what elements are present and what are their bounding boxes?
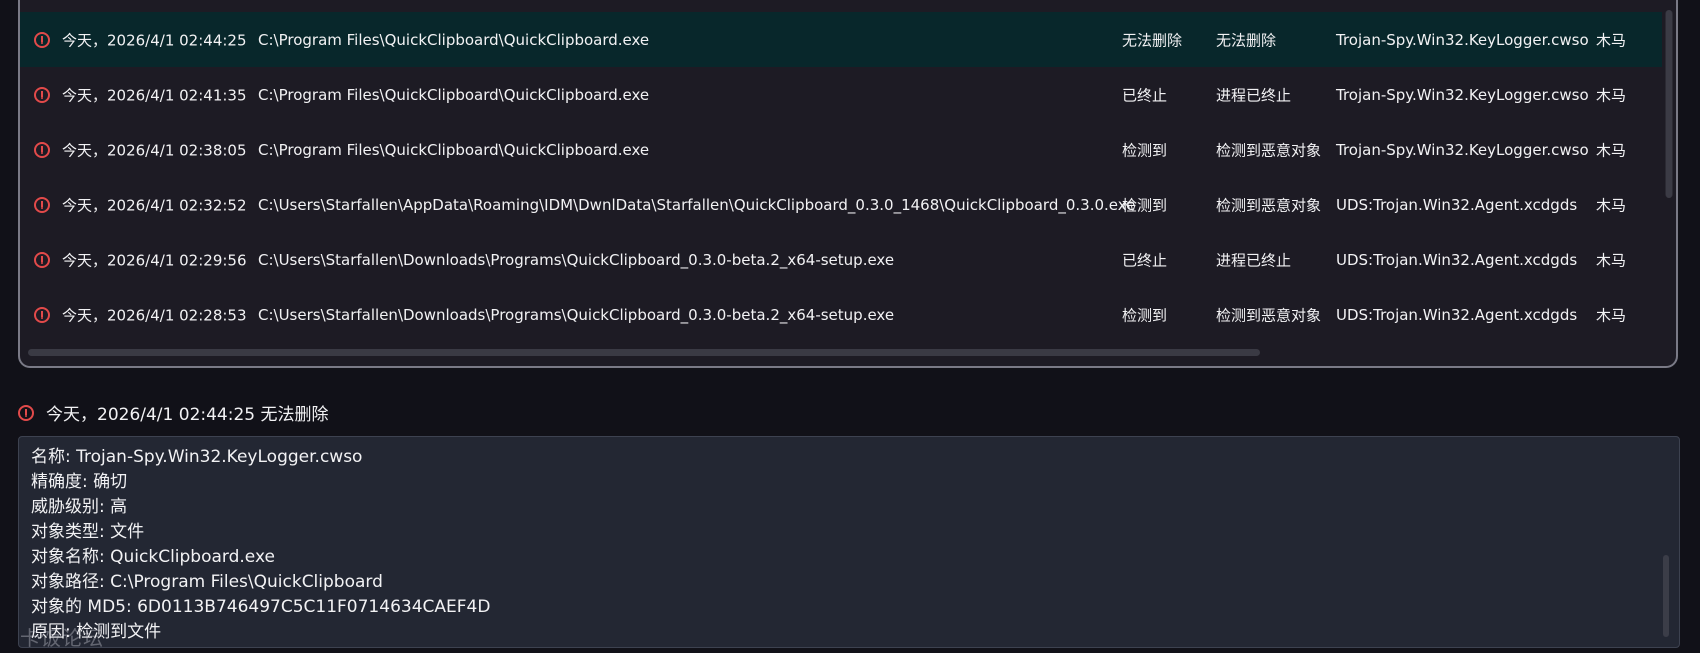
alert-circle-icon bbox=[34, 31, 50, 48]
detail-line: 对象类型: 文件 bbox=[31, 522, 145, 542]
detail-lines: 名称: Trojan-Spy.Win32.KeyLogger.cwso 精确度: … bbox=[31, 445, 490, 645]
alert-circle-icon bbox=[34, 306, 50, 323]
threat-name-cell: Trojan-Spy.Win32.KeyLogger.cwso bbox=[1336, 85, 1589, 104]
status-cell: 检测到 bbox=[1122, 196, 1168, 214]
threat-name-cell: Trojan-Spy.Win32.KeyLogger.cwso bbox=[1336, 30, 1589, 49]
status-cell: 检测到 bbox=[1122, 306, 1168, 324]
path-cell: C:\Program Files\QuickClipboard\QuickCli… bbox=[258, 30, 650, 49]
forum-watermark: 卡饭论坛 bbox=[20, 626, 104, 650]
events-table[interactable]: 今天，2026/4/1 02:44:25 C:\Program Files\Qui… bbox=[18, 0, 1678, 368]
action-cell: 无法删除 bbox=[1216, 31, 1277, 49]
horizontal-scrollbar[interactable] bbox=[28, 349, 1260, 356]
threat-type-cell: 木马 bbox=[1596, 306, 1627, 324]
detail-scrollbar[interactable] bbox=[1663, 555, 1669, 637]
path-cell: C:\Program Files\QuickClipboard\QuickCli… bbox=[258, 140, 650, 159]
threat-type-cell: 木马 bbox=[1596, 31, 1627, 49]
path-cell: C:\Program Files\QuickClipboard\QuickCli… bbox=[258, 85, 650, 104]
alert-circle-icon bbox=[32, 250, 52, 270]
threat-type-cell: 木马 bbox=[1596, 86, 1627, 104]
vertical-scrollbar-thumb[interactable] bbox=[1666, 10, 1672, 198]
threat-name-cell: UDS:Trojan.Win32.Agent.xcdgds bbox=[1336, 305, 1578, 324]
path-cell: C:\Users\Starfallen\AppData\Roaming\IDM\… bbox=[258, 195, 1136, 214]
alert-circle-icon bbox=[34, 86, 50, 103]
action-cell: 进程已终止 bbox=[1216, 251, 1292, 269]
alert-circle-icon bbox=[34, 251, 50, 268]
path-cell: C:\Users\Starfallen\Downloads\Programs\Q… bbox=[258, 250, 895, 269]
table-row[interactable]: 今天，2026/4/1 02:28:53 C:\Users\Starfallen\… bbox=[20, 287, 1662, 342]
status-cell: 已终止 bbox=[1122, 251, 1168, 269]
action-cell: 检测到恶意对象 bbox=[1216, 141, 1322, 159]
alert-circle-icon bbox=[32, 85, 52, 105]
path-cell: C:\Users\Starfallen\Downloads\Programs\Q… bbox=[258, 305, 895, 324]
events-rows: 今天，2026/4/1 02:44:25 C:\Program Files\Qui… bbox=[20, 12, 1662, 342]
time-cell: 今天，2026/4/1 02:41:35 bbox=[62, 86, 247, 104]
alert-circle-icon bbox=[34, 196, 50, 213]
status-cell: 无法删除 bbox=[1122, 31, 1183, 49]
detail-header-text: 今天，2026/4/1 02:44:25 无法删除 bbox=[46, 405, 329, 425]
detail-line: 名称: Trojan-Spy.Win32.KeyLogger.cwso bbox=[31, 447, 363, 467]
vertical-scrollbar[interactable] bbox=[1665, 10, 1673, 198]
alert-circle-icon bbox=[32, 140, 52, 160]
table-row[interactable]: 今天，2026/4/1 02:44:25 C:\Program Files\Qui… bbox=[20, 12, 1662, 67]
status-cell: 已终止 bbox=[1122, 86, 1168, 104]
threat-type-cell: 木马 bbox=[1596, 141, 1627, 159]
action-cell: 检测到恶意对象 bbox=[1216, 306, 1322, 324]
threat-name-cell: UDS:Trojan.Win32.Agent.xcdgds bbox=[1336, 195, 1578, 214]
threat-name-cell: UDS:Trojan.Win32.Agent.xcdgds bbox=[1336, 250, 1578, 269]
action-cell: 检测到恶意对象 bbox=[1216, 196, 1322, 214]
time-cell: 今天，2026/4/1 02:29:56 bbox=[62, 251, 247, 269]
time-cell: 今天，2026/4/1 02:28:53 bbox=[62, 306, 247, 324]
table-row[interactable]: 今天，2026/4/1 02:32:52 C:\Users\Starfallen\… bbox=[20, 177, 1662, 232]
table-row[interactable]: 今天，2026/4/1 02:38:05 C:\Program Files\Qui… bbox=[20, 122, 1662, 177]
alert-circle-icon bbox=[32, 30, 52, 50]
status-cell: 检测到 bbox=[1122, 141, 1168, 159]
detail-line: 对象名称: QuickClipboard.exe bbox=[31, 547, 275, 567]
threat-type-cell: 木马 bbox=[1596, 196, 1627, 214]
time-cell: 今天，2026/4/1 02:44:25 bbox=[62, 31, 247, 49]
action-cell: 进程已终止 bbox=[1216, 86, 1292, 104]
table-row[interactable]: 今天，2026/4/1 02:41:35 C:\Program Files\Qui… bbox=[20, 67, 1662, 122]
detail-header: 今天，2026/4/1 02:44:25 无法删除 bbox=[18, 400, 329, 425]
detail-line: 威胁级别: 高 bbox=[31, 497, 128, 517]
alert-circle-icon bbox=[34, 141, 50, 158]
alert-circle-icon bbox=[32, 305, 52, 325]
detail-line: 对象路径: C:\Program Files\QuickClipboard bbox=[31, 572, 383, 592]
time-cell: 今天，2026/4/1 02:32:52 bbox=[62, 196, 247, 214]
detail-panel[interactable]: 名称: Trojan-Spy.Win32.KeyLogger.cwso 精确度: … bbox=[18, 436, 1680, 648]
alert-circle-icon bbox=[32, 195, 52, 215]
detail-line: 精确度: 确切 bbox=[31, 472, 128, 492]
threat-name-cell: Trojan-Spy.Win32.KeyLogger.cwso bbox=[1336, 140, 1589, 159]
time-cell: 今天，2026/4/1 02:38:05 bbox=[62, 141, 247, 159]
alert-circle-icon bbox=[18, 404, 34, 421]
threat-type-cell: 木马 bbox=[1596, 251, 1627, 269]
detail-line: 对象的 MD5: 6D0113B746497C5C11F0714634CAEF4… bbox=[31, 597, 491, 617]
table-row[interactable]: 今天，2026/4/1 02:29:56 C:\Users\Starfallen\… bbox=[20, 232, 1662, 287]
